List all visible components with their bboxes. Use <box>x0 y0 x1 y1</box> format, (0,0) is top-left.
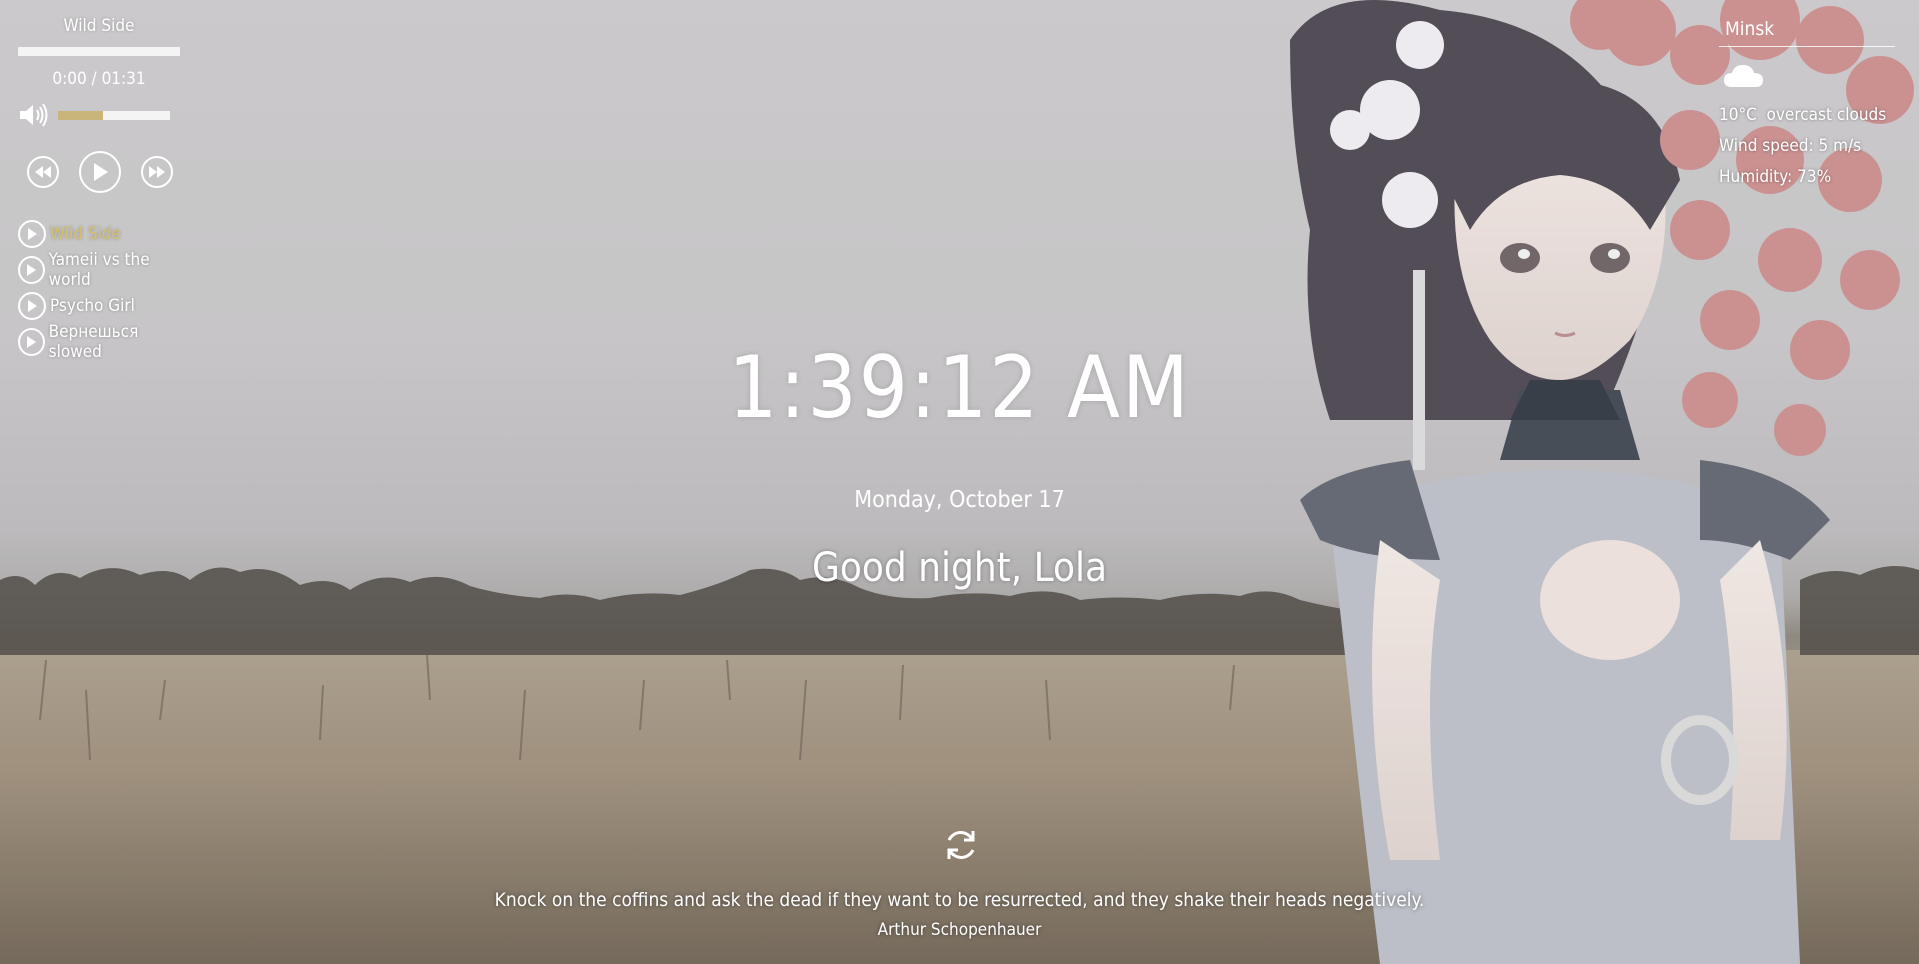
volume-control <box>18 101 188 129</box>
volume-slider[interactable] <box>58 110 170 120</box>
playlist-item-label: Yameii vs the world <box>48 250 150 290</box>
playlist: Wild Side Yameii vs the world Psycho Gir… <box>18 216 188 362</box>
play-icon <box>18 292 46 320</box>
play-icon <box>94 163 108 181</box>
greeting-text: Good night, <box>811 545 1023 591</box>
time-display: 0:00 / 01:31 <box>52 69 146 89</box>
weather-widget: 10°C overcast clouds Wind speed: 5 m/s H… <box>1719 18 1895 189</box>
volume-high-icon[interactable] <box>18 101 50 129</box>
weather-summary: 10°C overcast clouds <box>1719 104 1894 127</box>
fast-forward-button[interactable] <box>141 156 173 188</box>
rewind-icon <box>35 166 51 178</box>
fast-forward-icon <box>149 166 165 178</box>
current-track-title: Wild Side <box>63 16 135 36</box>
quote-author: Arthur Schopenhauer <box>877 920 1042 940</box>
play-button[interactable] <box>79 151 121 193</box>
playlist-item[interactable]: Yameii vs the world <box>18 250 188 290</box>
play-icon <box>18 220 46 248</box>
weather-description: overcast clouds <box>1766 105 1887 125</box>
background-image <box>0 0 1919 964</box>
user-name[interactable]: Lola <box>1034 545 1107 591</box>
rewind-button[interactable] <box>27 156 59 188</box>
background-landscape <box>0 0 1919 964</box>
volume-slider-fill <box>58 110 103 120</box>
greeting: Good night, Lola <box>0 545 1919 591</box>
progress-bar[interactable] <box>18 47 180 56</box>
quote-text: Knock on the coffins and ask the dead if… <box>494 889 1425 911</box>
clock-time: 1:39:12 AM <box>728 338 1191 438</box>
play-icon <box>18 256 45 284</box>
temperature: 10°C <box>1719 105 1757 125</box>
date: Monday, October 17 <box>854 487 1065 513</box>
cloud-icon <box>1724 65 1763 87</box>
playback-controls <box>27 151 188 193</box>
city-input[interactable] <box>1719 18 1895 47</box>
audio-player: Wild Side 0:00 / 01:31 Wild Side Yameii … <box>18 14 188 362</box>
refresh-icon[interactable] <box>942 826 980 864</box>
playlist-item[interactable]: Psycho Girl <box>18 288 188 324</box>
playlist-item[interactable]: Wild Side <box>18 216 188 252</box>
playlist-item-label: Wild Side <box>50 224 121 244</box>
humidity: Humidity: 73% <box>1719 167 1832 187</box>
playlist-item-label: Psycho Girl <box>50 296 135 316</box>
wind-speed: Wind speed: 5 m/s <box>1719 136 1862 156</box>
